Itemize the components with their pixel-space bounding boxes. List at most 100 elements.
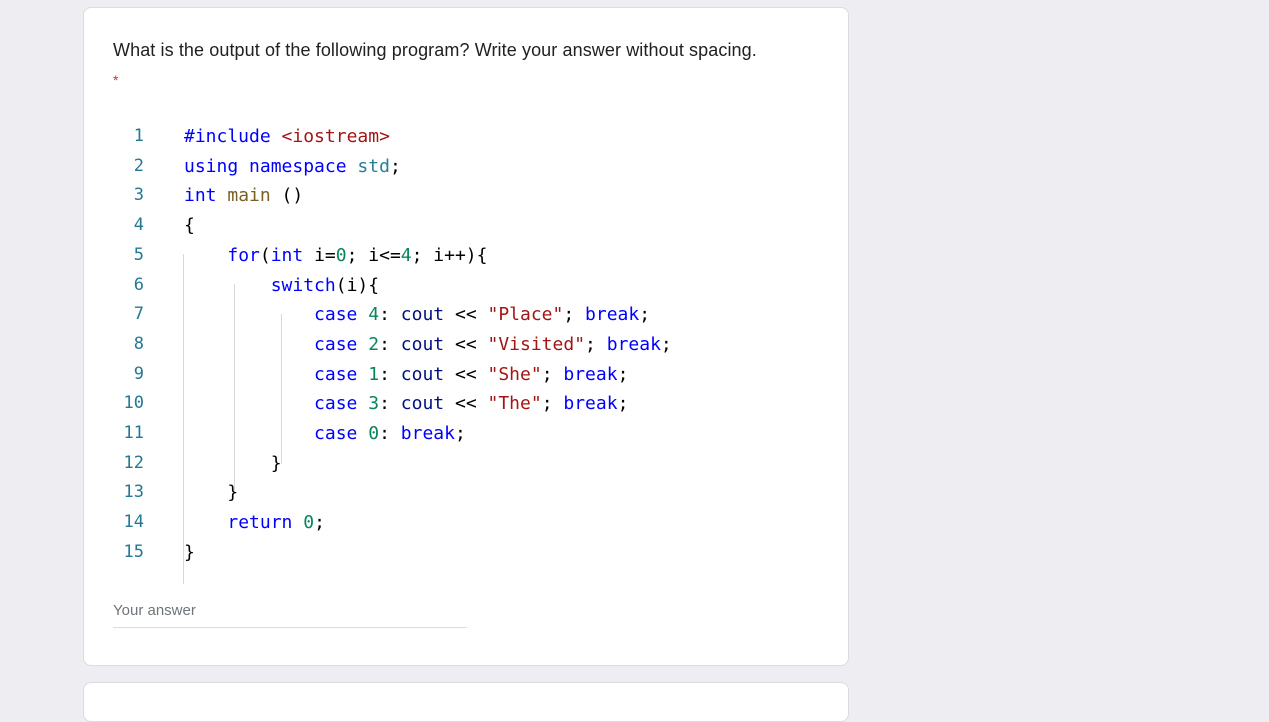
code-text: return 0; <box>184 512 325 533</box>
code-token: cout <box>400 393 445 415</box>
code-token: << <box>444 363 488 385</box>
code-token: << <box>444 333 488 355</box>
code-token: ; <box>563 304 586 326</box>
code-token: ; <box>454 423 466 444</box>
code-text: for(int i=0; i<=4; i++){ <box>184 245 487 266</box>
code-token: () <box>270 185 304 207</box>
code-token: namespace <box>249 155 347 177</box>
code-token: ; <box>617 363 629 385</box>
line-number: 14 <box>123 512 144 533</box>
code-text: case 4: cout << "Place"; break; <box>184 304 650 325</box>
question-card: What is the output of the following prog… <box>83 7 849 666</box>
answer-underline <box>113 627 467 628</box>
code-token: : <box>379 423 401 444</box>
code-text: #include <iostream> <box>184 126 390 147</box>
code-token: cout <box>400 304 445 326</box>
code-token: 4 <box>400 244 412 266</box>
code-token: 1 <box>368 363 380 385</box>
line-number: 10 <box>123 393 144 414</box>
line-number: 6 <box>133 274 144 295</box>
code-token: << <box>444 393 488 415</box>
code-token: : <box>379 393 401 415</box>
line-number: 15 <box>123 541 144 562</box>
code-token: main <box>227 185 271 207</box>
code-token: break <box>563 363 618 385</box>
line-number: 11 <box>123 423 144 443</box>
code-token: } <box>184 452 282 474</box>
code-token: break <box>585 304 640 326</box>
code-text: switch(i){ <box>184 275 379 296</box>
code-text: case 1: cout << "She"; break; <box>184 364 628 385</box>
code-token: cout <box>400 333 445 355</box>
code-token: case <box>314 363 358 385</box>
code-token: int <box>270 244 304 266</box>
code-token: 3 <box>368 393 380 415</box>
code-token: case <box>314 393 358 415</box>
code-token: #include <box>184 126 282 147</box>
code-text: using namespace std; <box>184 156 401 177</box>
code-token: ; <box>314 512 325 534</box>
line-number: 2 <box>133 155 144 176</box>
next-question-card <box>83 682 849 722</box>
code-token: 0 <box>303 512 315 534</box>
code-token: } <box>184 541 195 563</box>
line-number: 9 <box>133 363 144 384</box>
code-token: : <box>379 304 401 326</box>
code-token: case <box>314 333 358 355</box>
code-text: } <box>184 542 195 563</box>
code-token: ( <box>259 244 271 266</box>
code-token: i= <box>303 244 336 266</box>
code-text: int main () <box>184 185 303 206</box>
code-token: ; <box>660 333 672 355</box>
code-token: using <box>184 155 239 177</box>
code-token: << <box>444 304 488 326</box>
code-token: "Visited" <box>487 333 586 355</box>
code-token: ; <box>541 393 564 415</box>
required-asterisk: * <box>113 72 119 88</box>
code-text: case 2: cout << "Visited"; break; <box>184 334 672 355</box>
code-token: int <box>184 185 217 207</box>
code-token: ; <box>389 155 401 177</box>
line-number: 8 <box>133 333 144 354</box>
line-number: 13 <box>123 482 144 503</box>
code-token: 0 <box>335 244 347 266</box>
code-token: } <box>184 482 239 504</box>
code-token: 4 <box>368 304 380 326</box>
code-token: for <box>227 244 260 266</box>
code-token: cout <box>400 363 445 385</box>
code-token: 2 <box>368 333 380 355</box>
code-token: ; i<= <box>346 244 401 266</box>
code-token: : <box>379 363 401 385</box>
code-text: case 3: cout << "The"; break; <box>184 393 628 414</box>
line-number: 7 <box>133 304 144 325</box>
code-token: "She" <box>487 363 542 385</box>
code-token: case <box>314 304 358 326</box>
code-token: break <box>400 423 455 444</box>
code-token: std <box>357 155 390 177</box>
code-token: ; <box>585 333 607 355</box>
code-token: ; i++){ <box>411 244 488 266</box>
code-text: { <box>184 215 195 236</box>
answer-input[interactable]: Your answer <box>113 602 196 619</box>
line-number: 5 <box>133 244 144 265</box>
code-token: <iostream> <box>281 126 390 147</box>
code-token: break <box>606 333 661 355</box>
code-token: case <box>314 423 358 444</box>
line-number: 3 <box>133 185 144 206</box>
